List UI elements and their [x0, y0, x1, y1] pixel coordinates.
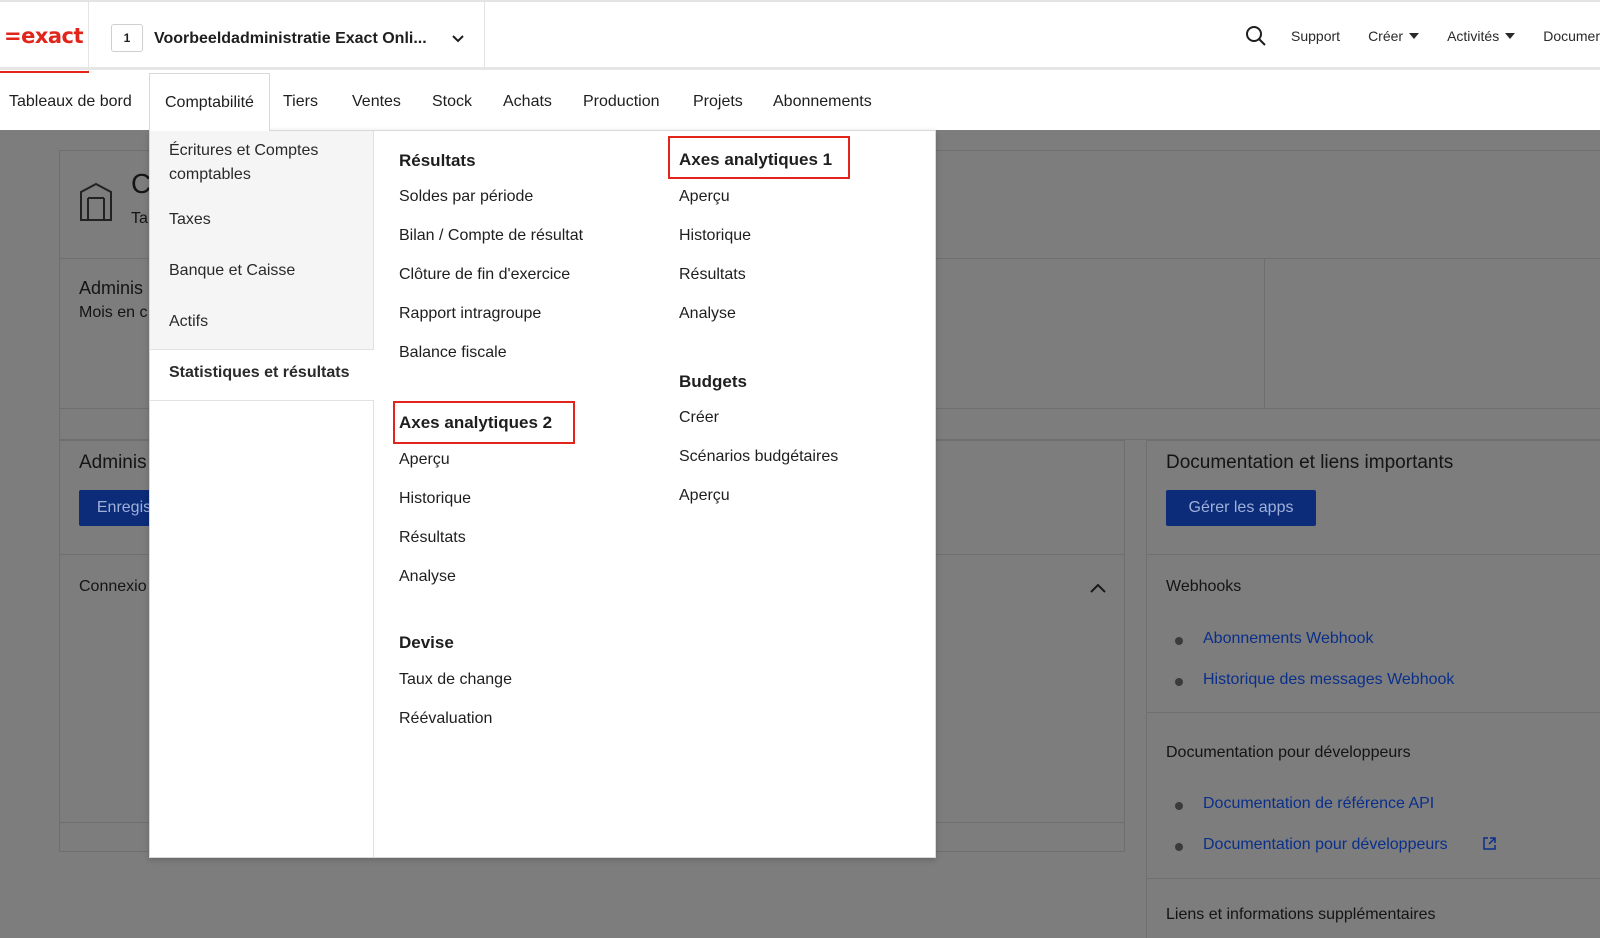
admin-subtitle: Mois en c: [79, 304, 148, 321]
building-icon: [80, 182, 112, 221]
section-budgets-title: Budgets: [679, 372, 747, 391]
connexion-label: Connexio: [79, 578, 147, 595]
link-axes2-resultats[interactable]: Résultats: [399, 529, 466, 547]
top-header: =exact 1 Voorbeeldadministratie Exact On…: [0, 0, 1600, 75]
link-soldes-par-periode[interactable]: Soldes par période: [399, 188, 533, 206]
more-info-title: Liens et informations supplémentaires: [1166, 906, 1436, 923]
webhook-subscriptions-link[interactable]: Abonnements Webhook: [1203, 630, 1373, 648]
link-axes2-apercu[interactable]: Aperçu: [399, 451, 450, 469]
bullet: [1175, 802, 1183, 810]
side-item-statistiques-label: Statistiques et résultats: [169, 364, 350, 381]
bullet: [1175, 843, 1183, 851]
bullet: [1175, 637, 1183, 645]
nav-abonnements[interactable]: Abonnements: [758, 73, 887, 130]
nav-comptabilite[interactable]: Comptabilité: [149, 73, 270, 131]
activities-label: Activités: [1447, 28, 1500, 44]
divider: [1146, 554, 1600, 555]
link-reevaluation[interactable]: Réévaluation: [399, 710, 492, 728]
nav-achats[interactable]: Achats: [488, 73, 567, 130]
side-item-actifs[interactable]: Actifs: [169, 310, 208, 334]
support-label: Support: [1291, 28, 1341, 44]
side-item-ecritures[interactable]: Écritures et Comptes comptables: [169, 139, 369, 187]
section-resultats-title: Résultats: [399, 151, 476, 170]
link-axes2-analyse[interactable]: Analyse: [399, 568, 456, 586]
link-balance-fiscale[interactable]: Balance fiscale: [399, 344, 507, 362]
bullet: [1175, 678, 1183, 686]
divider: [1146, 712, 1600, 713]
webhooks-title: Webhooks: [1166, 578, 1242, 595]
link-axes1-analyse[interactable]: Analyse: [679, 305, 736, 323]
side-item-banque[interactable]: Banque et Caisse: [169, 259, 295, 283]
chevron-down-icon: [452, 35, 464, 43]
nav-ventes[interactable]: Ventes: [337, 73, 416, 130]
section-axes1-title: Axes analytiques 1: [679, 150, 833, 169]
nav-tiers[interactable]: Tiers: [268, 73, 333, 130]
link-budgets-creer[interactable]: Créer: [679, 409, 719, 427]
division-name: Voorbeeldadministratie Exact Onli...: [154, 30, 427, 47]
nav-stock[interactable]: Stock: [417, 73, 487, 130]
create-menu[interactable]: Créer: [1368, 28, 1420, 44]
admin-title: Adminis: [79, 278, 144, 298]
developer-docs-link[interactable]: Documentation pour développeurs: [1203, 836, 1448, 854]
external-link-icon: [1483, 837, 1496, 850]
caret-down-icon: [1409, 33, 1420, 39]
link-taux-de-change[interactable]: Taux de change: [399, 671, 512, 689]
link-rapport-intragroupe[interactable]: Rapport intragroupe: [399, 305, 541, 323]
nav-projets[interactable]: Projets: [678, 73, 758, 130]
dropdown-sidebar: Écritures et Comptes comptables Taxes Ba…: [150, 131, 374, 857]
section-devise-title: Devise: [399, 633, 454, 652]
activities-menu[interactable]: Activités: [1447, 28, 1516, 44]
division-selector[interactable]: 1 Voorbeeldadministratie Exact Onli...: [89, 2, 485, 70]
comptabilite-dropdown: Écritures et Comptes comptables Taxes Ba…: [149, 130, 936, 858]
exact-logo[interactable]: =exact: [0, 2, 89, 75]
documents-menu[interactable]: Documer: [1543, 28, 1600, 44]
side-item-taxes[interactable]: Taxes: [169, 208, 211, 232]
logo-text: =exact: [4, 24, 84, 48]
search-icon[interactable]: [1245, 25, 1267, 47]
divider: [1146, 878, 1600, 879]
division-number: 1: [111, 24, 143, 52]
link-budgets-apercu[interactable]: Aperçu: [679, 487, 730, 505]
doc-title: Documentation et liens importants: [1166, 452, 1454, 473]
link-axes1-apercu[interactable]: Aperçu: [679, 188, 730, 206]
manage-apps-button[interactable]: Gérer les apps: [1166, 490, 1316, 526]
link-cloture[interactable]: Clôture de fin d'exercice: [399, 266, 570, 284]
link-axes1-resultats[interactable]: Résultats: [679, 266, 746, 284]
main-nav: Tableaux de bord Comptabilité Tiers Vent…: [0, 73, 1600, 131]
header-actions: Support Créer Activités Documer: [1245, 2, 1600, 70]
support-link[interactable]: Support: [1291, 28, 1340, 44]
chevron-up-icon[interactable]: [1089, 581, 1107, 595]
link-scenarios-budgetaires[interactable]: Scénarios budgétaires: [679, 448, 838, 466]
partial-subtitle: Ta: [131, 210, 148, 227]
devdoc-title: Documentation pour développeurs: [1166, 744, 1411, 761]
nav-tableaux-de-bord[interactable]: Tableaux de bord: [0, 73, 147, 130]
api-reference-link[interactable]: Documentation de référence API: [1203, 795, 1434, 813]
link-axes2-historique[interactable]: Historique: [399, 490, 471, 508]
webhook-history-link[interactable]: Historique des messages Webhook: [1203, 671, 1454, 689]
link-axes1-historique[interactable]: Historique: [679, 227, 751, 245]
documents-label: Documer: [1543, 28, 1600, 44]
link-bilan[interactable]: Bilan / Compte de résultat: [399, 227, 583, 245]
admin2-title: Adminis: [79, 452, 147, 473]
nav-production[interactable]: Production: [568, 73, 675, 130]
caret-down-icon: [1505, 33, 1516, 39]
divider: [1264, 258, 1265, 408]
side-item-statistiques[interactable]: Statistiques et résultats: [150, 349, 374, 401]
section-axes2-title: Axes analytiques 2: [399, 413, 553, 432]
create-label: Créer: [1368, 28, 1404, 44]
